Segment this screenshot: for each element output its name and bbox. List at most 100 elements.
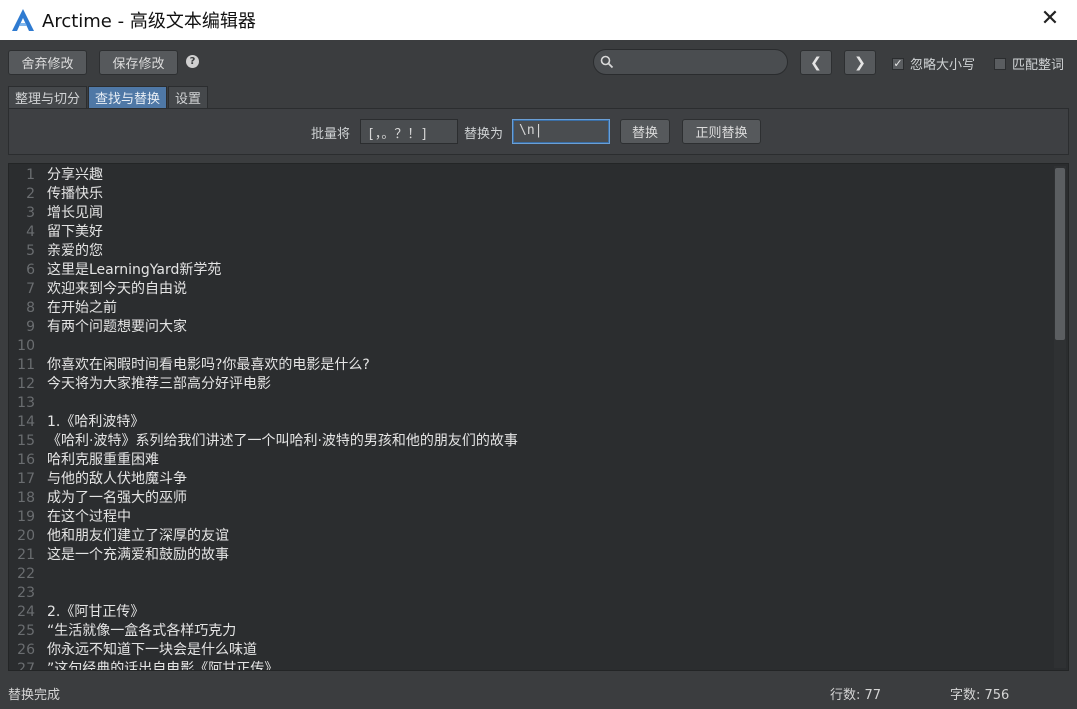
whole-word-check-box[interactable] bbox=[994, 57, 1006, 70]
line-number: 1 bbox=[26, 167, 35, 183]
editor-line: 26 你永远不知道下一块会是什么味道 bbox=[9, 641, 1054, 660]
editor-line: 14 1.《哈利波特》 bbox=[9, 413, 1054, 432]
title-bar: Arctime - 高级文本编辑器 ✕ bbox=[0, 0, 1077, 40]
line-text: 在这个过程中 bbox=[47, 509, 131, 525]
save-changes-button[interactable]: 保存修改 bbox=[99, 50, 178, 75]
line-number: 26 bbox=[17, 642, 35, 658]
line-text: “生活就像一盒各式各样巧克力 bbox=[47, 623, 237, 639]
search-box bbox=[593, 49, 788, 75]
line-text: 他和朋友们建立了深厚的友谊 bbox=[47, 528, 229, 544]
scrollbar-thumb[interactable] bbox=[1055, 168, 1065, 340]
editor-line: 19 在这个过程中 bbox=[9, 508, 1054, 527]
editor-line: 1 分享兴趣 bbox=[9, 166, 1054, 185]
line-number: 24 bbox=[17, 604, 35, 620]
line-text: 亲爱的您 bbox=[47, 243, 103, 259]
previous-match-button[interactable]: ❮ bbox=[800, 50, 832, 75]
editor-line: 11 你喜欢在闲暇时间看电影吗?你最喜欢的电影是什么? bbox=[9, 356, 1054, 375]
line-text bbox=[41, 394, 47, 413]
editor-line: 20 他和朋友们建立了深厚的友谊 bbox=[9, 527, 1054, 546]
line-number: 7 bbox=[26, 281, 35, 297]
line-number: 15 bbox=[17, 433, 35, 449]
line-number: 5 bbox=[26, 243, 35, 259]
discard-changes-button[interactable]: 舍弃修改 bbox=[8, 50, 87, 75]
line-text: 《哈利·波特》系列给我们讲述了一个叫哈利·波特的男孩和他的朋友们的故事 bbox=[47, 433, 518, 449]
whole-word-label: 匹配整词 bbox=[1012, 58, 1065, 73]
tab-bar: 整理与切分 查找与替换 设置 bbox=[8, 86, 209, 108]
line-text: 这里是LearningYard新学苑 bbox=[47, 262, 222, 278]
vertical-scrollbar[interactable] bbox=[1054, 166, 1066, 668]
editor-lines: 1 分享兴趣 2 传播快乐 3 增长见闻 4 留下美好 5 亲爱的您 6 这里是LearningYar… bbox=[9, 166, 1054, 671]
text-editor[interactable]: 1 分享兴趣 2 传播快乐 3 增长见闻 4 留下美好 5 亲爱的您 6 这里是LearningYar… bbox=[8, 163, 1069, 671]
chevron-left-icon: ❮ bbox=[810, 54, 822, 71]
editor-line: 21 这是一个充满爱和鼓励的故事 bbox=[9, 546, 1054, 565]
line-number: 13 bbox=[17, 395, 35, 411]
line-number: 11 bbox=[17, 357, 35, 373]
close-icon[interactable]: ✕ bbox=[1039, 8, 1061, 30]
regex-replace-button[interactable]: 正则替换 bbox=[682, 119, 761, 144]
line-number: 18 bbox=[17, 490, 35, 506]
line-number: 22 bbox=[17, 566, 35, 582]
line-text bbox=[41, 584, 47, 603]
line-number: 4 bbox=[26, 224, 35, 240]
replacement-input[interactable]: \n| bbox=[512, 119, 610, 144]
replace-panel: 批量将 [，。？！] 替换为 \n| 替换 正则替换 bbox=[8, 108, 1069, 155]
editor-line: 7 欢迎来到今天的自由说 bbox=[9, 280, 1054, 299]
line-number: 19 bbox=[17, 509, 35, 525]
line-text: 今天将为大家推荐三部高分好评电影 bbox=[47, 376, 271, 392]
line-number: 2 bbox=[26, 186, 35, 202]
ignore-case-label: 忽略大小写 bbox=[910, 58, 976, 73]
ignore-case-checkbox[interactable]: ✓ 忽略大小写 bbox=[892, 54, 975, 73]
arctime-logo-icon bbox=[12, 9, 34, 31]
editor-line: 2 传播快乐 bbox=[9, 185, 1054, 204]
line-number: 16 bbox=[17, 452, 35, 468]
replace-with-label: 替换为 bbox=[464, 127, 504, 142]
line-number: 12 bbox=[17, 376, 35, 392]
ignore-case-check-box[interactable]: ✓ bbox=[892, 57, 904, 70]
editor-line: 10 bbox=[9, 337, 1054, 356]
status-bar: 替换完成 行数: 77 字数: 756 bbox=[0, 679, 1077, 709]
line-number: 27 bbox=[17, 661, 35, 671]
chevron-right-icon: ❯ bbox=[854, 54, 866, 71]
line-text: 成为了一名强大的巫师 bbox=[47, 490, 187, 506]
search-input[interactable] bbox=[616, 52, 780, 74]
line-text: 欢迎来到今天的自由说 bbox=[47, 281, 187, 297]
next-match-button[interactable]: ❯ bbox=[844, 50, 876, 75]
line-count: 行数: 77 bbox=[830, 688, 882, 703]
editor-line: 8 在开始之前 bbox=[9, 299, 1054, 318]
editor-line: 13 bbox=[9, 394, 1054, 413]
help-icon[interactable]: ? bbox=[186, 55, 199, 68]
find-pattern-input[interactable]: [，。？！] bbox=[360, 119, 458, 144]
line-text: 1.《哈利波特》 bbox=[47, 414, 145, 430]
line-text: 留下美好 bbox=[47, 224, 103, 240]
line-text: ”这句经典的话出自电影《阿甘正传》 bbox=[47, 661, 279, 671]
editor-line: 18 成为了一名强大的巫师 bbox=[9, 489, 1054, 508]
replace-button[interactable]: 替换 bbox=[620, 119, 670, 144]
line-text: 2.《阿甘正传》 bbox=[47, 604, 145, 620]
line-number: 14 bbox=[17, 414, 35, 430]
editor-line: 3 增长见闻 bbox=[9, 204, 1054, 223]
batch-label: 批量将 bbox=[311, 127, 351, 142]
window-title: Arctime - 高级文本编辑器 bbox=[42, 11, 256, 32]
editor-line: 4 留下美好 bbox=[9, 223, 1054, 242]
editor-line: 9 有两个问题想要问大家 bbox=[9, 318, 1054, 337]
tab-organize-split[interactable]: 整理与切分 bbox=[8, 86, 88, 108]
editor-line: 24 2.《阿甘正传》 bbox=[9, 603, 1054, 622]
line-text: 有两个问题想要问大家 bbox=[47, 319, 187, 335]
editor-line: 27 ”这句经典的话出自电影《阿甘正传》 bbox=[9, 660, 1054, 671]
line-number: 23 bbox=[17, 585, 35, 601]
line-number: 25 bbox=[17, 623, 35, 639]
line-text bbox=[41, 337, 47, 356]
line-text: 这是一个充满爱和鼓励的故事 bbox=[47, 547, 229, 563]
line-text bbox=[41, 565, 47, 584]
line-text: 在开始之前 bbox=[47, 300, 117, 316]
line-number: 21 bbox=[17, 547, 35, 563]
line-text: 你喜欢在闲暇时间看电影吗?你最喜欢的电影是什么? bbox=[47, 357, 370, 373]
editor-line: 16 哈利克服重重困难 bbox=[9, 451, 1054, 470]
editor-line: 17 与他的敌人伏地魔斗争 bbox=[9, 470, 1054, 489]
whole-word-checkbox[interactable]: 匹配整词 bbox=[994, 54, 1064, 73]
tab-find-replace[interactable]: 查找与替换 bbox=[88, 86, 168, 108]
line-number: 17 bbox=[17, 471, 35, 487]
tab-settings[interactable]: 设置 bbox=[168, 86, 209, 108]
line-number: 9 bbox=[26, 319, 35, 335]
line-text: 你永远不知道下一块会是什么味道 bbox=[47, 642, 257, 658]
